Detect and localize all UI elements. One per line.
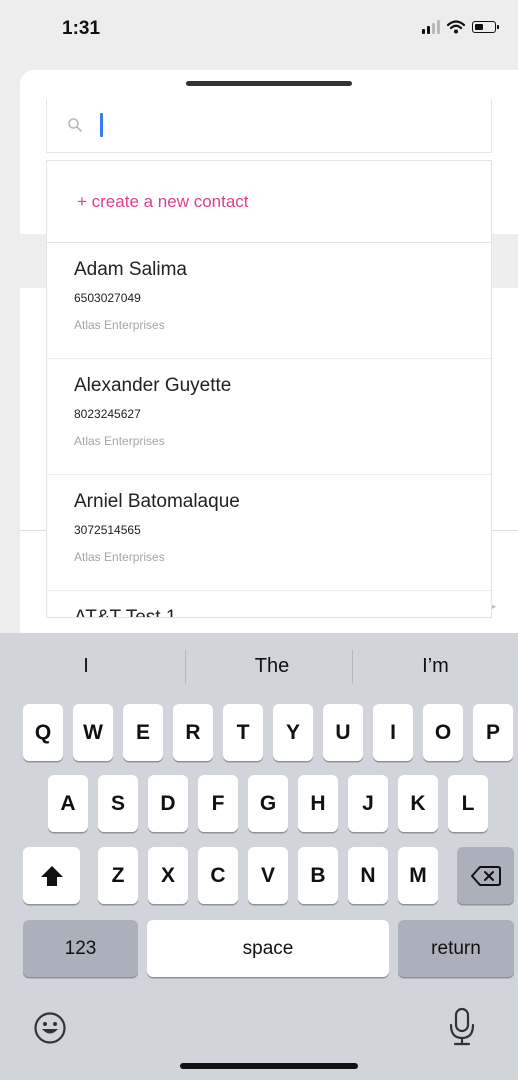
key-m[interactable]: M — [398, 847, 438, 904]
key-q[interactable]: Q — [23, 704, 63, 761]
contact-phone: 3072514565 — [74, 523, 141, 537]
key-i[interactable]: I — [373, 704, 413, 761]
emoji-button[interactable] — [30, 1008, 70, 1048]
key-b[interactable]: B — [298, 847, 338, 904]
return-key[interactable]: return — [398, 920, 514, 977]
microphone-icon — [449, 1007, 475, 1046]
suggestion-3[interactable]: I’m — [353, 633, 518, 699]
scroll-hint-icon: ▸ — [492, 602, 497, 611]
contact-list: + create a new contact Adam Salima 65030… — [46, 160, 492, 618]
key-r[interactable]: R — [173, 704, 213, 761]
status-icons — [422, 20, 499, 34]
contact-item[interactable]: Arniel Batomalaque 3072514565 Atlas Ente… — [47, 475, 491, 591]
key-j[interactable]: J — [348, 775, 388, 832]
key-g[interactable]: G — [248, 775, 288, 832]
create-contact-button[interactable]: + create a new contact — [47, 161, 491, 243]
keyboard: I The I’m Q W E R T Y U I O P A S D F G … — [0, 633, 518, 1080]
contact-name: AT&T Test 1 — [74, 607, 177, 618]
key-k[interactable]: K — [398, 775, 438, 832]
key-s[interactable]: S — [98, 775, 138, 832]
key-c[interactable]: C — [198, 847, 238, 904]
key-l[interactable]: L — [448, 775, 488, 832]
key-p[interactable]: P — [473, 704, 513, 761]
signal-icon — [422, 20, 440, 34]
shift-key[interactable] — [23, 847, 80, 904]
contact-item[interactable]: Alexander Guyette 8023245627 Atlas Enter… — [47, 359, 491, 475]
suggestion-2[interactable]: The — [186, 633, 358, 699]
key-o[interactable]: O — [423, 704, 463, 761]
contact-name: Arniel Batomalaque — [74, 491, 240, 512]
key-h[interactable]: H — [298, 775, 338, 832]
numbers-key[interactable]: 123 — [23, 920, 138, 977]
emoji-icon — [34, 1012, 66, 1044]
contact-phone: 6503027049 — [74, 291, 141, 305]
space-key[interactable]: space — [147, 920, 389, 977]
battery-icon — [472, 21, 499, 33]
key-f[interactable]: F — [198, 775, 238, 832]
shift-icon — [40, 865, 63, 886]
dictation-button[interactable] — [444, 1005, 480, 1049]
backspace-icon — [470, 865, 501, 886]
key-z[interactable]: Z — [98, 847, 138, 904]
key-t[interactable]: T — [223, 704, 263, 761]
wifi-icon — [447, 20, 465, 34]
sheet-grabber[interactable] — [186, 81, 352, 86]
contact-phone: 8023245627 — [74, 407, 141, 421]
key-v[interactable]: V — [248, 847, 288, 904]
contact-name: Alexander Guyette — [74, 375, 232, 396]
key-n[interactable]: N — [348, 847, 388, 904]
contact-item[interactable]: AT&T Test 1 — [47, 591, 491, 618]
key-d[interactable]: D — [148, 775, 188, 832]
key-x[interactable]: X — [148, 847, 188, 904]
suggestion-1[interactable]: I — [0, 633, 172, 699]
backspace-key[interactable] — [457, 847, 514, 904]
contact-company: Atlas Enterprises — [74, 550, 165, 564]
search-icon — [68, 118, 82, 132]
key-a[interactable]: A — [48, 775, 88, 832]
contact-name: Adam Salima — [74, 259, 187, 280]
home-indicator — [180, 1063, 358, 1069]
contact-company: Atlas Enterprises — [74, 434, 165, 448]
text-caret — [100, 113, 103, 137]
suggestion-bar: I The I’m — [0, 633, 518, 699]
key-e[interactable]: E — [123, 704, 163, 761]
status-bar: 1:31 — [0, 0, 518, 64]
key-y[interactable]: Y — [273, 704, 313, 761]
search-input[interactable] — [46, 99, 492, 153]
contact-item[interactable]: Adam Salima 6503027049 Atlas Enterprises — [47, 243, 491, 359]
contact-company: Atlas Enterprises — [74, 318, 165, 332]
key-u[interactable]: U — [323, 704, 363, 761]
status-time: 1:31 — [62, 18, 101, 39]
key-w[interactable]: W — [73, 704, 113, 761]
